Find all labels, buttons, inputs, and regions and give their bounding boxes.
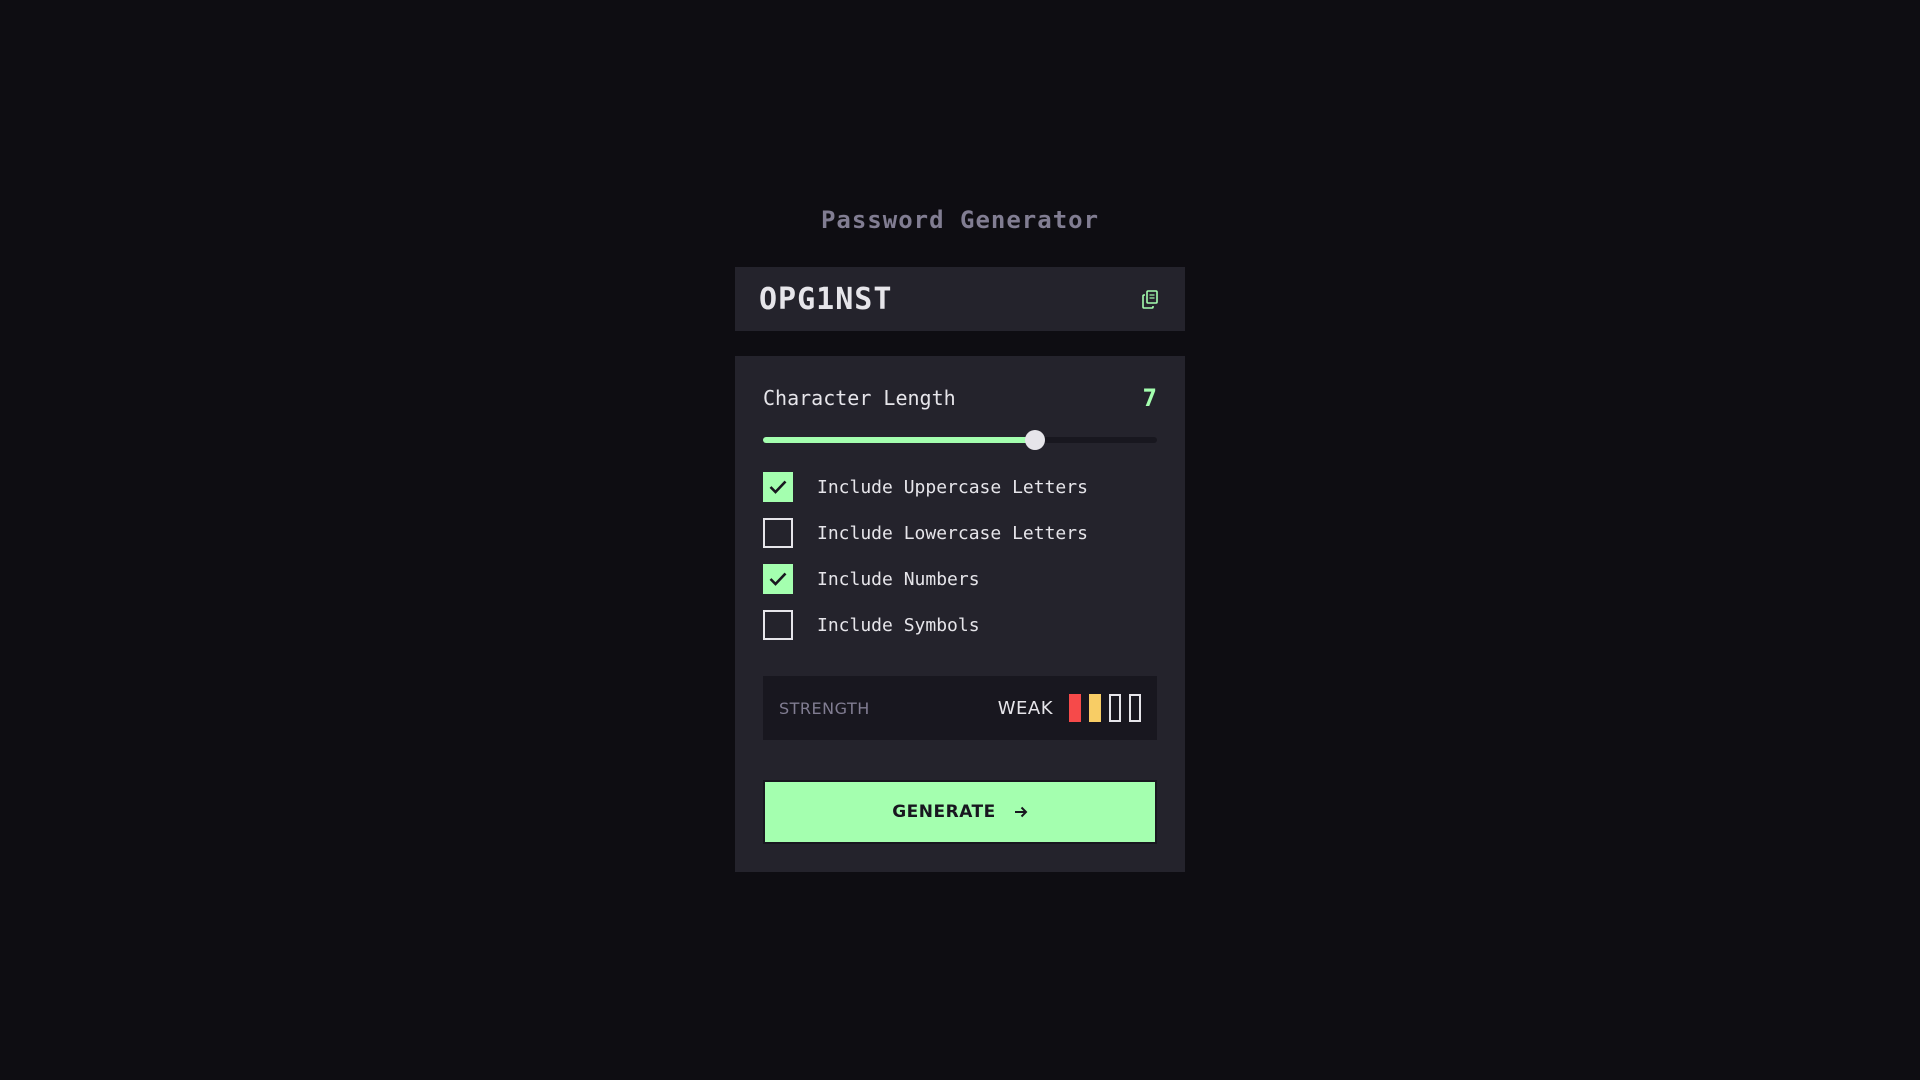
copy-icon (1142, 289, 1158, 309)
password-display: OPG1NST (735, 267, 1185, 331)
option-label: Include Lowercase Letters (817, 522, 1088, 544)
option-uppercase[interactable]: Include Uppercase Letters (763, 472, 1157, 502)
strength-value: WEAK (997, 697, 1053, 719)
option-lowercase[interactable]: Include Lowercase Letters (763, 518, 1157, 548)
checkbox-uppercase[interactable] (763, 472, 793, 502)
slider-fill (763, 437, 1035, 443)
check-icon (769, 572, 787, 586)
copy-button[interactable] (1139, 287, 1161, 311)
password-generator-app: Password Generator OPG1NST Character Len… (735, 203, 1185, 872)
length-value: 7 (1142, 384, 1157, 412)
arrow-right-icon (1014, 805, 1028, 819)
strength-indicator: WEAK (998, 694, 1141, 722)
strength-bar (1089, 694, 1101, 722)
settings-panel: Character Length 7 Include Uppercase Let… (735, 356, 1185, 872)
option-label: Include Numbers (817, 568, 980, 590)
option-symbols[interactable]: Include Symbols (763, 610, 1157, 640)
strength-meter: STRENGTH WEAK (763, 676, 1157, 740)
strength-bar (1129, 694, 1141, 722)
generate-label: GENERATE (892, 802, 996, 822)
checkbox-lowercase[interactable] (763, 518, 793, 548)
slider-thumb[interactable] (1024, 430, 1045, 450)
app-title: Password Generator (820, 206, 1100, 234)
length-label: Character Length (763, 386, 956, 410)
length-row: Character Length 7 (763, 384, 1157, 412)
option-numbers[interactable]: Include Numbers (763, 564, 1157, 594)
strength-label: STRENGTH (779, 698, 870, 718)
strength-bar (1109, 694, 1121, 722)
check-icon (769, 480, 787, 494)
checkbox-numbers[interactable] (763, 564, 793, 594)
generate-button[interactable]: GENERATE (763, 780, 1157, 844)
page: Password Generator OPG1NST Character Len… (0, 0, 1920, 1080)
checkbox-symbols[interactable] (763, 610, 793, 640)
option-label: Include Symbols (817, 614, 980, 636)
options-list: Include Uppercase Letters Include Lowerc… (763, 472, 1157, 640)
strength-bar (1069, 694, 1081, 722)
strength-bars (1069, 694, 1141, 722)
password-value: OPG1NST (759, 281, 893, 317)
length-slider[interactable] (763, 430, 1157, 450)
option-label: Include Uppercase Letters (817, 476, 1088, 498)
